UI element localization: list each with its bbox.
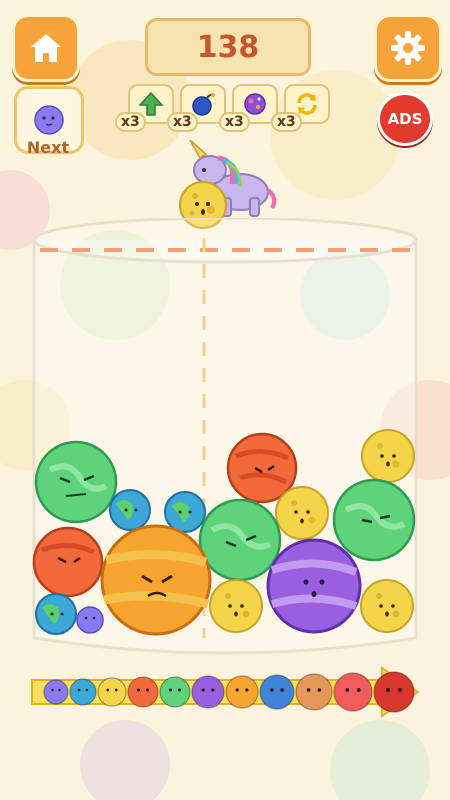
- evolution-ball-earth: [69, 678, 97, 706]
- ball-moon-yellow: [361, 429, 415, 483]
- ball-moon-yellow: [275, 486, 329, 540]
- evolution-ball-jupiter: [295, 673, 333, 711]
- ball-mars-red: [32, 526, 104, 598]
- ball-moon-yellow: [209, 579, 263, 633]
- evolution-ball-pink-red: [333, 672, 373, 712]
- evolution-ball-blue-planet: [259, 674, 295, 710]
- evolution-ball-red-giant: [373, 671, 415, 713]
- evolution-ball-mars-red: [127, 676, 159, 708]
- ball-earth: [109, 489, 151, 531]
- ball-moon-yellow: [360, 579, 414, 633]
- evolution-ball-purple-planet: [191, 675, 225, 709]
- evolution-ball-green-planet: [159, 676, 191, 708]
- evolution-ball-moon-yellow: [97, 677, 127, 707]
- evolution-chain-bar: [30, 666, 420, 718]
- evolution-arrow: [31, 666, 420, 718]
- ball-green-large: [332, 478, 416, 562]
- ball-green-large: [34, 440, 118, 524]
- evolution-ball-orange-planet: [225, 675, 259, 709]
- ball-purple-planet: [266, 538, 362, 634]
- ball-green-large: [198, 498, 282, 582]
- ball-earth: [35, 593, 77, 635]
- ball-orange-planet: [100, 524, 212, 636]
- evolution-ball-small-purple: [43, 679, 69, 705]
- ball-small-purple: [76, 606, 104, 634]
- ball-earth: [164, 491, 206, 533]
